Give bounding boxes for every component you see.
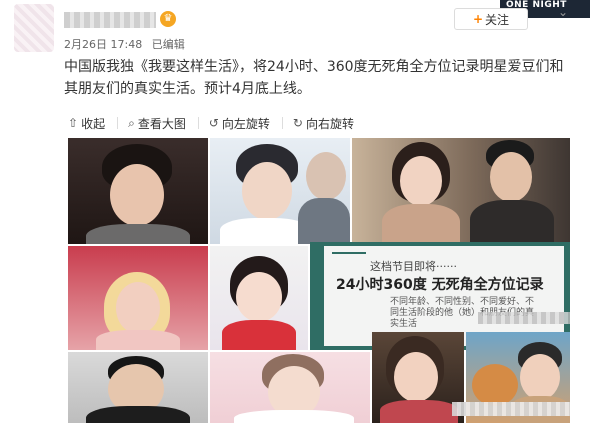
toolbar-divider	[197, 117, 199, 129]
collapse-icon: ⇧	[68, 116, 79, 130]
chevron-down-icon[interactable]: ⌄	[556, 5, 570, 19]
post-text: 中国版我独《我要这样生活》，将24小时、360度无死角全方位记录明星爱豆们和其朋…	[64, 59, 564, 97]
photo-tile	[352, 138, 570, 244]
photo-tile	[68, 352, 208, 423]
post-meta: 2月26日 17:48 已编辑	[64, 36, 191, 52]
plus-icon: +	[472, 12, 484, 26]
post-date[interactable]: 2月26日 17:48	[64, 38, 142, 51]
promo-decoration	[332, 252, 366, 254]
view-large-button[interactable]: ⌕ 查看大图	[128, 115, 186, 132]
vip-badge-icon: ♛	[160, 11, 176, 27]
follow-label: 关注	[485, 12, 510, 27]
photo-tile	[68, 138, 208, 244]
photo-tile	[210, 352, 370, 423]
watermark	[478, 312, 570, 324]
photo-tile	[68, 246, 208, 350]
toolbar-divider	[117, 117, 119, 129]
avatar[interactable]	[14, 4, 54, 52]
collapse-label: 收起	[81, 116, 106, 131]
watermark	[452, 402, 570, 416]
promo-headline: 24小时360度 无死角全方位记录	[336, 277, 544, 293]
promo-line-1: 这档节目即将······	[370, 260, 457, 273]
rotate-right-icon: ↻	[292, 116, 303, 130]
rotate-left-button[interactable]: ↺ 向左旋转	[209, 115, 270, 132]
username-blurred[interactable]	[64, 12, 156, 28]
toolbar-divider	[281, 117, 283, 129]
photo-tile	[210, 138, 350, 244]
rotate-left-label: 向左旋转	[221, 116, 270, 131]
photo-tile	[210, 246, 308, 350]
photo-tile	[372, 332, 464, 423]
image-toolbar: ⇧ 收起 ⌕ 查看大图 ↺ 向左旋转 ↻ 向右旋转	[68, 113, 366, 133]
post-image[interactable]: 这档节目即将······ 24小时360度 无死角全方位记录 不同年龄、不同性别…	[68, 138, 570, 423]
rotate-right-label: 向右旋转	[305, 116, 354, 131]
rotate-right-button[interactable]: ↻ 向右旋转	[293, 115, 354, 132]
follow-button[interactable]: + 关注	[454, 8, 528, 30]
search-icon: ⌕	[128, 115, 135, 130]
view-large-label: 查看大图	[137, 116, 186, 131]
rotate-left-icon: ↺	[208, 116, 219, 130]
collapse-button[interactable]: ⇧ 收起	[68, 115, 105, 132]
edited-label[interactable]: 已编辑	[152, 38, 185, 51]
